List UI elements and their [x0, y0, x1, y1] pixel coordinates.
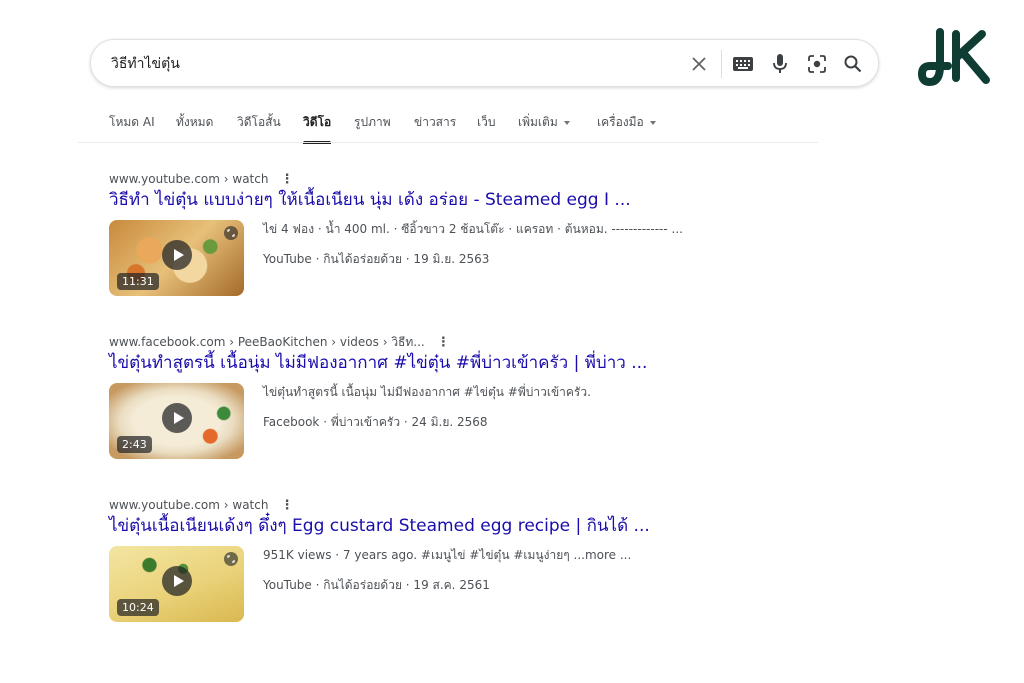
video-thumbnail[interactable]: 10:24 [109, 546, 244, 622]
search-button[interactable] [841, 52, 865, 76]
result-title-link[interactable]: ไข่ตุ๋นทำสูตรนี้ เนื้อนุ่ม ไม่มีฟองอากาศ… [109, 351, 647, 375]
expand-icon [224, 226, 238, 240]
tab-images[interactable]: รูปภาพ [354, 112, 391, 144]
expand-icon [224, 552, 238, 566]
result-title-link[interactable]: ไข่ตุ๋นเนื้อเนียนเด้งๆ ดึ๋งๆ Egg custard… [109, 514, 650, 538]
mic-icon [773, 54, 787, 73]
kebab-menu-icon[interactable]: ⋮ [437, 334, 450, 352]
kebab-menu-icon[interactable]: ⋮ [280, 497, 293, 515]
breadcrumb-text: www.youtube.com › watch [109, 172, 269, 186]
video-duration: 10:24 [117, 599, 159, 616]
video-result: www.youtube.com › watch ⋮ วิธีทำ ไข่ตุ๋น … [109, 170, 709, 310]
result-meta: YouTube · กินได้อร่อยด้วย · 19 ส.ค. 2561 [263, 578, 490, 592]
result-breadcrumb[interactable]: www.youtube.com › watch ⋮ [109, 496, 293, 515]
video-result: www.facebook.com › PeeBaoKitchen › video… [109, 333, 709, 473]
tab-label: วิดีโอสั้น [237, 115, 281, 129]
chevron-down-icon [649, 120, 656, 125]
result-meta: Facebook · พี่บ่าวเข้าครัว · 24 มิ.ย. 25… [263, 415, 488, 429]
tab-label: เว็บ [477, 115, 496, 129]
tab-all[interactable]: ทั้งหมด [176, 112, 213, 144]
video-thumbnail[interactable]: 2:43 [109, 383, 244, 459]
play-icon [162, 566, 192, 596]
result-breadcrumb[interactable]: www.youtube.com › watch ⋮ [109, 170, 293, 189]
breadcrumb-text: www.facebook.com › PeeBaoKitchen › video… [109, 335, 425, 349]
tab-label: รูปภาพ [354, 115, 391, 129]
tab-ai-mode[interactable]: โหมด AI [109, 112, 155, 144]
video-duration: 2:43 [117, 436, 152, 453]
tab-label: ข่าวสาร [414, 115, 457, 129]
clear-button[interactable] [687, 52, 711, 76]
breadcrumb-text: www.youtube.com › watch [109, 498, 269, 512]
chevron-down-icon [563, 120, 570, 125]
video-thumbnail[interactable]: 11:31 [109, 220, 244, 296]
search-divider [721, 50, 722, 78]
search-bar [90, 39, 879, 87]
logo [918, 28, 990, 86]
tab-news[interactable]: ข่าวสาร [414, 112, 456, 144]
tab-tools[interactable]: เครื่องมือ [597, 112, 656, 144]
close-icon [692, 57, 706, 71]
tab-web[interactable]: เว็บ [477, 112, 495, 144]
result-snippet: ไข่ 4 ฟอง · น้ำ 400 ml. · ซีอิ้วขาว 2 ช้… [263, 222, 683, 236]
tabs-divider [78, 142, 818, 143]
tab-label: เพิ่มเติม [518, 115, 558, 129]
tab-short-videos[interactable]: วิดีโอสั้น [237, 112, 281, 144]
kebab-menu-icon[interactable]: ⋮ [280, 171, 293, 189]
search-input[interactable] [111, 52, 671, 76]
tab-more[interactable]: เพิ่มเติม [518, 112, 570, 144]
keyboard-button[interactable] [731, 52, 755, 76]
search-icon [844, 55, 862, 73]
tab-label: เครื่องมือ [597, 115, 644, 129]
tab-label: โหมด AI [109, 115, 155, 129]
result-snippet: 951K views · 7 years ago. #เมนูไข่ #ไข่ต… [263, 548, 632, 562]
result-title-link[interactable]: วิธีทำ ไข่ตุ๋น แบบง่ายๆ ให้เนื้อเนียน นุ… [109, 188, 631, 212]
result-meta: YouTube · กินได้อร่อยด้วย · 19 มิ.ย. 256… [263, 252, 490, 266]
tab-label: ทั้งหมด [176, 115, 214, 129]
video-duration: 11:31 [117, 273, 159, 290]
result-snippet: ไข่ตุ๋นทำสูตรนี้ เนื้อนุ่ม ไม่มีฟองอากาศ… [263, 385, 591, 399]
video-result: www.youtube.com › watch ⋮ ไข่ตุ๋นเนื้อเนี… [109, 496, 709, 636]
lens-search-button[interactable] [805, 52, 829, 76]
voice-search-button[interactable] [768, 52, 792, 76]
result-breadcrumb[interactable]: www.facebook.com › PeeBaoKitchen › video… [109, 333, 450, 352]
tab-videos[interactable]: วิดีโอ [303, 112, 332, 144]
play-icon [162, 403, 192, 433]
play-icon [162, 240, 192, 270]
keyboard-icon [733, 57, 753, 71]
lens-icon [808, 55, 826, 73]
tab-label: วิดีโอ [303, 115, 332, 129]
